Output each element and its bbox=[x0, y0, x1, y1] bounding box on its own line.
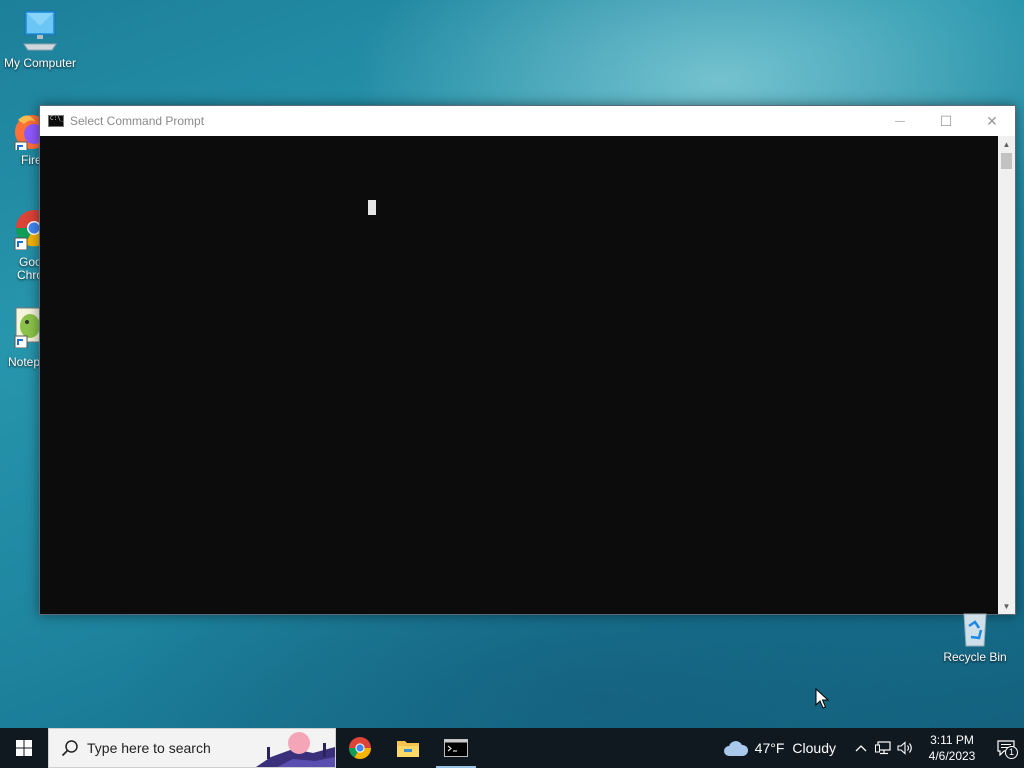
taskbar-app-file-explorer[interactable] bbox=[384, 728, 432, 768]
show-hidden-icons-button[interactable] bbox=[850, 728, 872, 768]
cloud-icon bbox=[723, 741, 748, 756]
desktop-icon-label: Recycle Bin bbox=[943, 650, 1007, 664]
network-button[interactable] bbox=[872, 728, 894, 768]
weather-widget[interactable]: 47°F Cloudy bbox=[723, 739, 836, 757]
chevron-up-icon bbox=[855, 745, 867, 752]
recycle-bin-icon bbox=[963, 613, 987, 647]
clock-date: 4/6/2023 bbox=[928, 749, 976, 763]
selection-cursor bbox=[368, 200, 376, 215]
notepad-icon bbox=[14, 307, 40, 348]
maximize-icon: ☐ bbox=[939, 112, 953, 129]
mouse-pointer-icon bbox=[815, 688, 829, 709]
weather-temperature: 47°F bbox=[754, 740, 785, 756]
command-prompt-window[interactable]: Select Command Prompt — ☐ ✕ ▲ ▼ bbox=[39, 105, 1016, 615]
scroll-up-icon[interactable]: ▲ bbox=[998, 136, 1015, 152]
desktop-icon-label: Chro bbox=[17, 268, 40, 282]
network-icon bbox=[875, 741, 891, 755]
close-button[interactable]: ✕ bbox=[969, 106, 1015, 136]
maximize-button[interactable]: ☐ bbox=[923, 106, 969, 136]
chrome-icon bbox=[349, 737, 371, 759]
desktop-icon-recycle-bin[interactable]: Recycle Bin bbox=[935, 610, 1015, 664]
desktop-icon-google-chrome[interactable]: Goo Chro bbox=[0, 204, 40, 288]
desktop-icon-label: My Computer bbox=[3, 56, 77, 70]
clock-time: 3:11 PM bbox=[930, 733, 974, 747]
desktop-icon-my-computer[interactable]: My Computer bbox=[0, 8, 80, 70]
taskbar-app-chrome[interactable] bbox=[336, 728, 384, 768]
console-area[interactable] bbox=[40, 136, 998, 614]
command-prompt-icon bbox=[48, 115, 64, 127]
notification-count-badge: 1 bbox=[1005, 746, 1018, 759]
speaker-icon bbox=[897, 741, 912, 755]
system-tray: 47°F Cloudy 3:11 PM 4/6/2023 1 bbox=[723, 728, 1024, 768]
window-controls: — ☐ ✕ bbox=[877, 106, 1015, 136]
volume-button[interactable] bbox=[894, 728, 916, 768]
command-prompt-icon bbox=[444, 739, 468, 757]
notification-center-button[interactable]: 1 bbox=[988, 728, 1024, 768]
chrome-icon bbox=[14, 210, 40, 250]
taskbar-search-box[interactable]: Type here to search bbox=[48, 728, 336, 768]
vertical-scrollbar[interactable]: ▲ ▼ bbox=[998, 136, 1015, 614]
file-explorer-icon bbox=[397, 741, 419, 757]
taskbar: Type here to search 47°F Cloudy 3:11 PM … bbox=[0, 728, 1024, 768]
search-icon bbox=[61, 740, 78, 757]
desktop-icon-firefox[interactable]: Fire bbox=[0, 110, 40, 176]
minimize-icon: — bbox=[895, 115, 905, 127]
minimize-button[interactable]: — bbox=[877, 106, 923, 136]
scroll-thumb[interactable] bbox=[1001, 153, 1012, 169]
computer-icon bbox=[23, 10, 57, 51]
taskbar-clock[interactable]: 3:11 PM 4/6/2023 bbox=[916, 732, 988, 764]
windows-logo-icon bbox=[16, 740, 32, 756]
search-highlight-icon bbox=[256, 732, 335, 767]
search-placeholder: Type here to search bbox=[87, 740, 211, 756]
desktop-icon-label: Notep bbox=[8, 355, 40, 369]
window-title: Select Command Prompt bbox=[70, 114, 205, 128]
window-titlebar[interactable]: Select Command Prompt — ☐ ✕ bbox=[40, 106, 1015, 136]
weather-condition: Cloudy bbox=[792, 740, 836, 756]
close-icon: ✕ bbox=[986, 112, 998, 129]
firefox-icon bbox=[14, 115, 40, 150]
taskbar-app-command-prompt[interactable] bbox=[432, 728, 480, 768]
desktop-icon-notepad[interactable]: Notep bbox=[0, 306, 40, 372]
start-button[interactable] bbox=[0, 728, 48, 768]
desktop-icon-label: Fire bbox=[21, 153, 40, 167]
